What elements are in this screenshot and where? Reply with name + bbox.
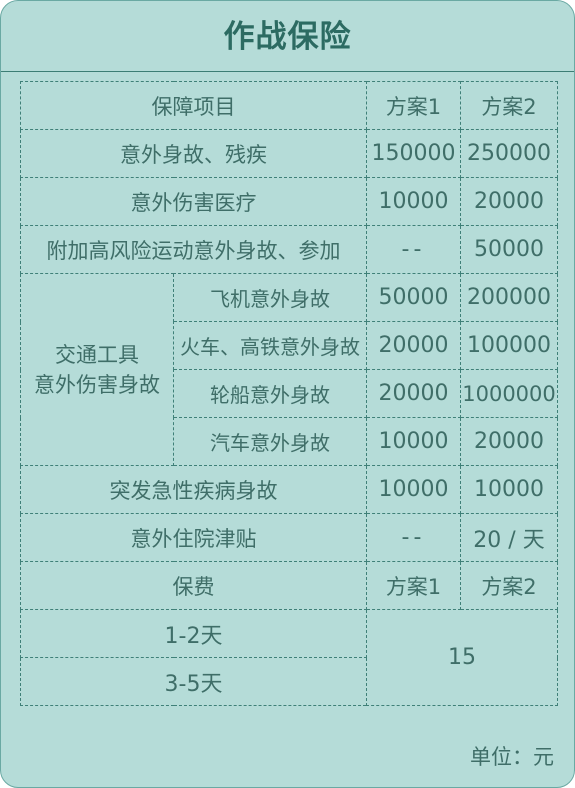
- header-plan1: 方案1: [366, 81, 461, 130]
- premium-row: 1-2天 15: [20, 609, 558, 706]
- sub-row-label: 轮船意外身故: [173, 369, 367, 418]
- table-row: 意外伤害医疗 10000 20000: [20, 177, 558, 226]
- premium-tier: 1-2天: [20, 609, 367, 658]
- plan1-value: 20000: [366, 369, 461, 418]
- premium-header: 保费: [20, 561, 367, 610]
- plan2-value: 20000: [460, 417, 558, 466]
- header-plan2: 方案2: [460, 81, 558, 130]
- row-label: 意外伤害医疗: [20, 177, 367, 226]
- transport-label-line2: 意外伤害身故: [34, 372, 160, 397]
- table-row: 意外住院津贴 -- 20 / 天: [20, 513, 558, 562]
- row-label: 意外身故、残疾: [20, 129, 367, 178]
- plan2-value: 20000: [460, 177, 558, 226]
- unit-note: 单位：元: [470, 745, 554, 769]
- sub-row-label: 火车、高铁意外身故: [173, 321, 367, 370]
- plan1-value: --: [366, 225, 461, 274]
- premium-plan2: 方案2: [460, 561, 558, 610]
- table-row: 附加高风险运动意外身故、参加 -- 50000: [20, 225, 558, 274]
- transport-group-label: 交通工具 意外伤害身故: [20, 273, 174, 466]
- plan2-value: 100000: [460, 321, 558, 370]
- table-row: 意外身故、残疾 150000 250000: [20, 129, 558, 178]
- table-row: 突发急性疾病身故 10000 10000: [20, 465, 558, 514]
- plan1-value: 150000: [366, 129, 461, 178]
- row-label: 突发急性疾病身故: [20, 465, 367, 514]
- insurance-card: 作战保险 保障项目 方案1 方案2 意外身故、残疾 150000 250000 …: [0, 0, 575, 788]
- sub-row-label: 汽车意外身故: [173, 417, 367, 466]
- header-item: 保障项目: [20, 81, 367, 130]
- plan1-value: --: [366, 513, 461, 562]
- plan2-value: 1000000: [460, 369, 558, 418]
- premium-plan1: 方案1: [366, 561, 461, 610]
- title-divider: [1, 71, 574, 72]
- plan1-value: 10000: [366, 417, 461, 466]
- plan1-value: 10000: [366, 177, 461, 226]
- transport-label-line1: 交通工具: [55, 342, 139, 367]
- row-label: 意外住院津贴: [20, 513, 367, 562]
- coverage-table: 保障项目 方案1 方案2 意外身故、残疾 150000 250000 意外伤害医…: [20, 81, 558, 706]
- table-row: 交通工具 意外伤害身故 飞机意外身故 50000 200000: [20, 273, 558, 466]
- plan2-value: 200000: [460, 273, 558, 322]
- plan2-value: 10000: [460, 465, 558, 514]
- plan1-value: 10000: [366, 465, 461, 514]
- table-header-row: 保障项目 方案1 方案2: [20, 81, 558, 130]
- plan2-value: 20 / 天: [460, 513, 558, 562]
- premium-tier: 3-5天: [20, 657, 367, 706]
- premium-value: 15: [366, 609, 558, 706]
- sub-row-label: 飞机意外身故: [173, 273, 367, 322]
- row-label: 附加高风险运动意外身故、参加: [20, 225, 367, 274]
- plan2-value: 250000: [460, 129, 558, 178]
- premium-header-row: 保费 方案1 方案2: [20, 561, 558, 610]
- plan1-value: 20000: [366, 321, 461, 370]
- plan1-value: 50000: [366, 273, 461, 322]
- page-title: 作战保险: [223, 19, 352, 55]
- plan2-value: 50000: [460, 225, 558, 274]
